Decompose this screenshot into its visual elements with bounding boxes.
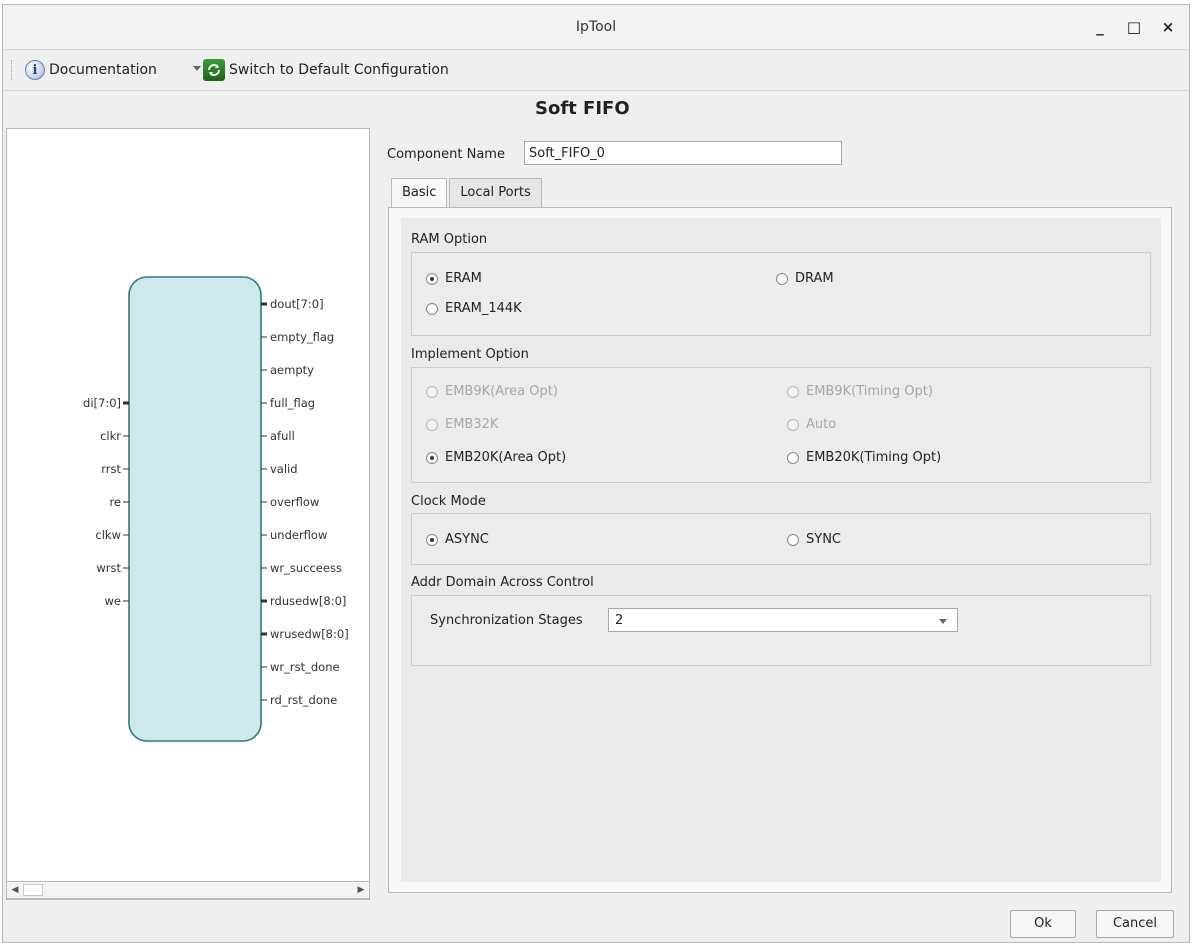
output-port-label: aempty	[270, 363, 314, 377]
info-icon: i	[25, 60, 45, 80]
output-port-label: rd_rst_done	[270, 693, 337, 707]
radio-eram-144k[interactable]: ERAM_144K	[426, 301, 522, 316]
implement-option-group: EMB9K(Area Opt) EMB9K(Timing Opt) EMB32K…	[411, 367, 1151, 483]
tab-bar: Basic Local Ports	[391, 178, 544, 209]
output-port-label: afull	[270, 429, 295, 443]
chevron-down-icon	[939, 619, 947, 624]
radio-emb9k-timing[interactable]: EMB9K(Timing Opt)	[787, 384, 933, 399]
input-port-label: we	[105, 594, 121, 608]
sync-stages-select[interactable]: 2	[608, 608, 958, 632]
radio-circle	[426, 418, 438, 431]
addr-domain-label: Addr Domain Across Control	[411, 575, 594, 590]
basic-settings: RAM Option ERAM DRAM ERAM_144K Implement…	[401, 218, 1161, 882]
radio-emb32k[interactable]: EMB32K	[426, 417, 498, 432]
tab-basic[interactable]: Basic	[391, 178, 448, 209]
block-diagram-panel: di[7:0] clkr rrst re clkw wrst we dout[7:0] empt…	[6, 128, 370, 900]
output-port-label: wrusedw[8:0]	[270, 627, 349, 641]
radio-dram[interactable]: DRAM	[776, 271, 834, 286]
refresh-icon	[203, 59, 225, 81]
radio-emb20k-area[interactable]: EMB20K(Area Opt)	[426, 450, 566, 465]
output-port-label: wr_succeess	[270, 561, 342, 575]
page-title: Soft FIFO	[535, 98, 630, 119]
radio-circle	[787, 533, 799, 546]
radio-label: ASYNC	[445, 532, 489, 547]
radio-label: EMB9K(Area Opt)	[445, 384, 558, 399]
documentation-button[interactable]: i Documentation	[25, 58, 157, 82]
radio-sync[interactable]: SYNC	[787, 532, 841, 547]
addr-domain-group: Synchronization Stages 2	[411, 595, 1151, 666]
radio-async[interactable]: ASYNC	[426, 532, 489, 547]
radio-label: EMB20K(Area Opt)	[445, 450, 567, 465]
ok-button[interactable]: Ok	[1010, 910, 1076, 938]
radio-label: SYNC	[806, 532, 841, 547]
clock-mode-label: Clock Mode	[411, 494, 486, 509]
basic-tab-panel: RAM Option ERAM DRAM ERAM_144K Implement…	[388, 207, 1172, 893]
switch-default-button[interactable]: Switch to Default Configuration	[203, 58, 449, 82]
radio-circle	[426, 272, 438, 285]
radio-label: DRAM	[795, 271, 834, 286]
radio-circle	[776, 272, 788, 285]
tab-local-ports[interactable]: Local Ports	[449, 178, 542, 207]
output-port-label: underflow	[270, 528, 327, 542]
output-port-label: dout[7:0]	[270, 297, 324, 311]
output-port-label: wr_rst_done	[270, 660, 340, 674]
radio-label: ERAM	[445, 271, 482, 286]
input-port-label: rrst	[101, 462, 121, 476]
scroll-thumb[interactable]	[23, 884, 43, 896]
radio-circle	[426, 533, 438, 546]
output-port-label: full_flag	[270, 396, 315, 410]
clock-mode-group: ASYNC SYNC	[411, 513, 1151, 565]
radio-circle	[426, 385, 438, 398]
fifo-block-diagram: di[7:0] clkr rrst re clkw wrst we dout[7:0] empt…	[83, 276, 349, 742]
radio-circle	[787, 385, 799, 398]
diagram-horizontal-scrollbar[interactable]: ◀ ▶	[6, 881, 370, 899]
maximize-button[interactable]: □	[1122, 15, 1146, 39]
input-port-label: clkw	[95, 528, 121, 542]
window-title: IpTool	[575, 19, 617, 35]
radio-emb20k-timing[interactable]: EMB20K(Timing Opt)	[787, 450, 941, 465]
scroll-left-icon[interactable]: ◀	[8, 883, 22, 897]
radio-emb9k-area[interactable]: EMB9K(Area Opt)	[426, 384, 558, 399]
input-port-label: wrst	[96, 561, 121, 575]
implement-option-label: Implement Option	[411, 347, 529, 362]
toolbar: i Documentation Switch to Default Config…	[3, 50, 1189, 91]
sync-stages-label: Synchronization Stages	[430, 613, 583, 628]
chevron-down-icon[interactable]	[193, 66, 201, 71]
cancel-button[interactable]: Cancel	[1096, 910, 1174, 938]
fifo-block	[128, 276, 262, 742]
component-name-label: Component Name	[387, 147, 505, 162]
input-port-label: di[7:0]	[83, 396, 121, 410]
output-port-label: empty_flag	[270, 330, 334, 344]
radio-label: EMB32K	[445, 417, 499, 432]
toolbar-grip[interactable]	[11, 60, 15, 80]
minimize-button[interactable]: _	[1088, 15, 1112, 39]
radio-label: EMB20K(Timing Opt)	[806, 450, 942, 465]
ram-option-label: RAM Option	[411, 232, 488, 247]
ram-option-group: ERAM DRAM ERAM_144K	[411, 252, 1151, 336]
radio-circle	[426, 451, 438, 464]
documentation-label: Documentation	[49, 62, 157, 78]
input-port-label: clkr	[100, 429, 121, 443]
output-port-label: valid	[270, 462, 298, 476]
radio-label: EMB9K(Timing Opt)	[806, 384, 933, 399]
output-port-label: rdusedw[8:0]	[270, 594, 346, 608]
title-bar: IpTool _ □ ×	[3, 5, 1189, 50]
radio-label: ERAM_144K	[445, 301, 522, 316]
scroll-right-icon[interactable]: ▶	[354, 883, 368, 897]
switch-default-label: Switch to Default Configuration	[229, 62, 449, 78]
output-port-label: overflow	[270, 495, 319, 509]
radio-circle	[787, 418, 799, 431]
radio-auto[interactable]: Auto	[787, 417, 836, 432]
input-port-label: re	[109, 495, 121, 509]
radio-label: Auto	[806, 417, 837, 432]
radio-circle	[426, 302, 438, 315]
radio-eram[interactable]: ERAM	[426, 271, 482, 286]
component-name-input[interactable]	[524, 141, 842, 165]
close-button[interactable]: ×	[1156, 15, 1180, 39]
sync-stages-value: 2	[615, 613, 624, 628]
radio-circle	[787, 451, 799, 464]
